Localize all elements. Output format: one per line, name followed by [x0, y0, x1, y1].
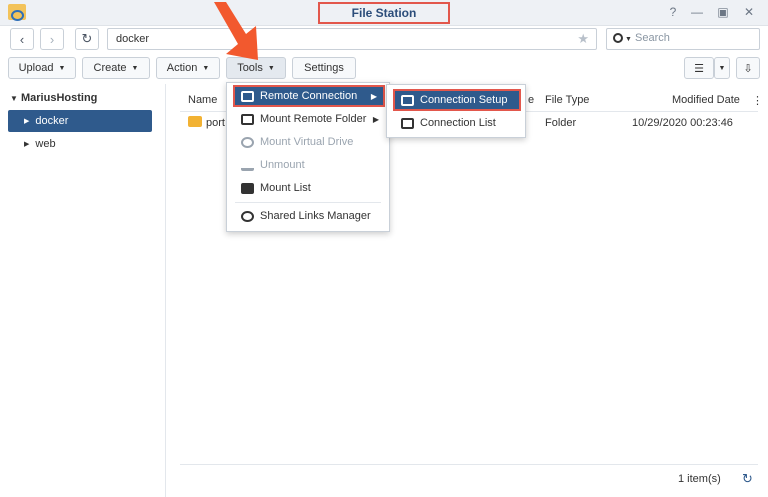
disc-icon: [241, 136, 254, 148]
upload-button[interactable]: Upload ▼: [8, 57, 76, 79]
caret-down-icon: ▼: [10, 94, 18, 103]
item-count: 1 item(s): [678, 473, 721, 485]
menu-item-mount-virtual-drive: Mount Virtual Drive: [233, 131, 385, 153]
menu-item-label: Unmount: [260, 159, 305, 171]
chevron-right-icon: ▶: [372, 114, 379, 124]
search-input[interactable]: ▼ Search: [606, 28, 760, 50]
menu-divider: [235, 202, 381, 203]
path-text: docker: [116, 33, 150, 45]
chevron-right-icon: ▶: [370, 91, 377, 101]
menu-item-remote-connection[interactable]: Remote Connection ▶: [233, 85, 385, 107]
chevron-right-icon: ›: [49, 31, 55, 47]
status-bar: 1 item(s) ↻: [180, 464, 758, 492]
back-button[interactable]: ‹: [10, 28, 34, 50]
monitor-icon: [401, 117, 414, 129]
column-options-icon[interactable]: ⋮: [752, 94, 763, 107]
close-icon[interactable]: ✕: [742, 5, 756, 19]
create-label: Create: [93, 62, 127, 74]
path-input[interactable]: docker ★: [107, 28, 597, 50]
refresh-button[interactable]: ↻: [75, 28, 99, 50]
menu-item-label: Shared Links Manager: [260, 210, 371, 222]
column-size[interactable]: e: [528, 94, 534, 106]
caret-right-icon: ▶: [24, 141, 30, 148]
list-view-button[interactable]: ☰: [684, 57, 714, 79]
caret-down-icon: ▼: [202, 64, 210, 72]
caret-down-icon: ▼: [58, 64, 66, 72]
star-icon[interactable]: ★: [577, 31, 589, 47]
tree-item-web[interactable]: ▶ web: [8, 133, 152, 155]
menu-item-shared-links-manager[interactable]: Shared Links Manager: [233, 205, 385, 227]
menu-item-connection-setup[interactable]: Connection Setup: [393, 89, 521, 111]
menu-item-label: Mount Virtual Drive: [260, 136, 354, 148]
refresh-icon: ↻: [81, 31, 93, 46]
menu-item-mount-list[interactable]: Mount List: [233, 177, 385, 199]
settings-label: Settings: [304, 62, 344, 74]
settings-button[interactable]: Settings: [292, 57, 356, 79]
search-placeholder: Search: [635, 32, 670, 44]
file-type: Folder: [545, 117, 577, 129]
caret-down-icon: ▼: [131, 64, 139, 72]
title-bar: File Station ? — ▣ ✕: [0, 0, 768, 26]
menu-item-label: Connection List: [420, 117, 496, 129]
forward-button[interactable]: ›: [40, 28, 64, 50]
caret-down-icon[interactable]: ▼: [625, 36, 632, 43]
sort-button[interactable]: ⇩: [736, 57, 760, 79]
column-name[interactable]: Name: [188, 94, 217, 106]
toolbar: Upload ▼ Create ▼ Action ▼ Tools ▼ Settings …: [0, 54, 768, 82]
search-icon: [613, 33, 623, 44]
tree-item-label: web: [35, 138, 56, 150]
annotation-arrow-icon: [214, 2, 258, 60]
folder-tree: ▼ MariusHosting ▶ docker ▶ web: [0, 84, 166, 497]
question-icon[interactable]: ?: [666, 5, 680, 19]
monitor-icon: [241, 90, 254, 102]
list-icon: ☰: [694, 62, 704, 75]
file-station-icon: [8, 4, 26, 21]
action-label: Action: [166, 62, 198, 74]
chevron-left-icon: ‹: [19, 31, 25, 47]
remote-connection-submenu: Connection Setup Connection List: [386, 84, 526, 138]
caret-down-icon: ▼: [718, 64, 726, 72]
window-title: File Station: [318, 2, 450, 24]
minimize-icon[interactable]: —: [690, 5, 704, 19]
tree-root-label: MariusHosting: [20, 92, 98, 104]
menu-item-label: Connection Setup: [420, 94, 508, 106]
maximize-icon[interactable]: ▣: [716, 5, 730, 19]
share-icon: [241, 210, 254, 222]
menu-item-mount-remote-folder[interactable]: Mount Remote Folder ▶: [233, 108, 385, 130]
file-modified: 10/29/2020 00:23:46: [632, 117, 733, 129]
caret-down-icon: ▼: [267, 64, 275, 72]
monitor-icon: [401, 94, 414, 106]
menu-item-connection-list[interactable]: Connection List: [393, 112, 521, 134]
refresh-icon[interactable]: ↻: [742, 471, 753, 487]
folder-icon: [188, 116, 202, 127]
tools-menu: Remote Connection ▶ Mount Remote Folder ▶ …: [226, 82, 390, 232]
navigation-bar: ‹ › ↻ docker ★ ▼ Search: [0, 26, 768, 52]
caret-right-icon: ▶: [24, 118, 30, 125]
plug-icon: [241, 182, 254, 194]
column-file-type[interactable]: File Type: [545, 94, 589, 106]
column-modified-date[interactable]: Modified Date: [672, 94, 740, 106]
sort-icon: ⇩: [743, 62, 753, 75]
menu-item-label: Remote Connection: [260, 90, 358, 102]
menu-item-unmount: Unmount: [233, 154, 385, 176]
tree-item-docker[interactable]: ▶ docker: [8, 110, 152, 132]
tree-root[interactable]: ▼ MariusHosting: [10, 92, 97, 104]
monitor-icon: [241, 113, 254, 125]
create-button[interactable]: Create ▼: [82, 57, 150, 79]
menu-item-label: Mount List: [260, 182, 311, 194]
upload-label: Upload: [18, 62, 54, 74]
file-name: port: [206, 117, 225, 129]
tree-item-label: docker: [35, 115, 69, 127]
menu-item-label: Mount Remote Folder: [260, 113, 367, 125]
view-dropdown-button[interactable]: ▼: [714, 57, 730, 79]
eject-icon: [241, 160, 254, 171]
